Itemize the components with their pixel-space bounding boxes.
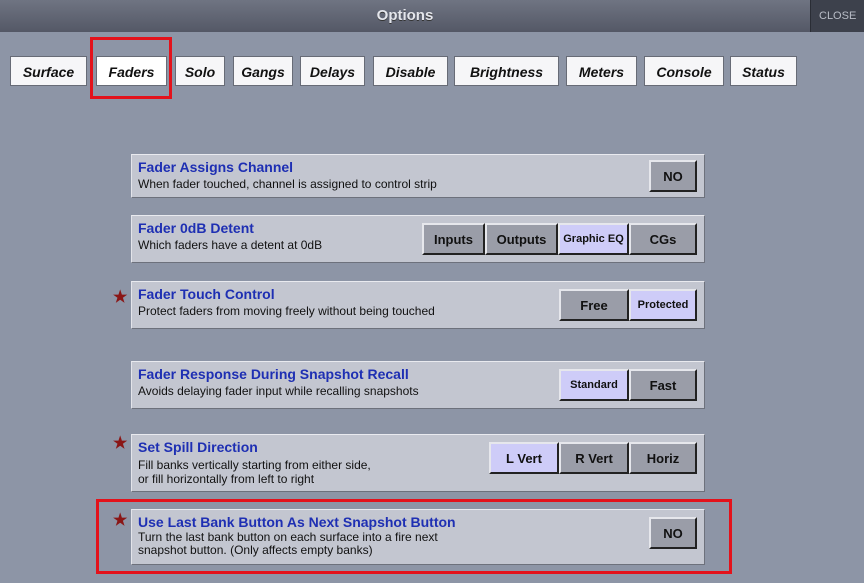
- option-fader-response-snapshot-recall: Fader Response During Snapshot Recall Av…: [131, 361, 705, 409]
- protected-button[interactable]: Protected: [629, 289, 697, 321]
- close-button[interactable]: CLOSE: [810, 0, 864, 32]
- tab-disable[interactable]: Disable: [373, 56, 448, 86]
- tab-gangs[interactable]: Gangs: [233, 56, 293, 86]
- option-description-line-2: snapshot button. (Only affects empty ban…: [138, 543, 373, 557]
- outputs-button[interactable]: Outputs: [485, 223, 558, 255]
- option-fader-0db-detent: Fader 0dB Detent Which faders have a det…: [131, 215, 705, 263]
- cgs-button[interactable]: CGs: [629, 223, 697, 255]
- option-set-spill-direction: Set Spill Direction Fill banks verticall…: [131, 434, 705, 492]
- star-icon: ★: [113, 435, 128, 452]
- no-button[interactable]: NO: [649, 160, 697, 192]
- option-title: Set Spill Direction: [138, 439, 258, 455]
- horiz-button[interactable]: Horiz: [629, 442, 697, 474]
- graphic-eq-button[interactable]: Graphic EQ: [558, 223, 629, 255]
- option-description-line-1: Fill banks vertically starting from eith…: [138, 458, 371, 472]
- option-description: Which faders have a detent at 0dB: [138, 238, 323, 252]
- title-bar: Options CLOSE: [0, 0, 864, 32]
- star-icon: ★: [113, 512, 128, 529]
- tab-meters[interactable]: Meters: [566, 56, 637, 86]
- fast-button[interactable]: Fast: [629, 369, 697, 401]
- option-fader-assigns-channel: Fader Assigns Channel When fader touched…: [131, 154, 705, 198]
- l-vert-button[interactable]: L Vert: [489, 442, 559, 474]
- standard-button[interactable]: Standard: [559, 369, 629, 401]
- option-description: Protect faders from moving freely withou…: [138, 304, 435, 318]
- tab-delays[interactable]: Delays: [300, 56, 365, 86]
- tab-solo[interactable]: Solo: [175, 56, 225, 86]
- tab-faders[interactable]: Faders: [96, 56, 167, 86]
- option-title: Fader Touch Control: [138, 286, 275, 302]
- tab-brightness[interactable]: Brightness: [454, 56, 559, 86]
- option-description: When fader touched, channel is assigned …: [138, 177, 437, 191]
- tab-status[interactable]: Status: [730, 56, 797, 86]
- window-title: Options: [376, 7, 434, 24]
- option-fader-touch-control: Fader Touch Control Protect faders from …: [131, 281, 705, 329]
- tab-console[interactable]: Console: [644, 56, 724, 86]
- free-button[interactable]: Free: [559, 289, 629, 321]
- no-button[interactable]: NO: [649, 517, 697, 549]
- option-last-bank-next-snapshot: Use Last Bank Button As Next Snapshot Bu…: [131, 509, 705, 565]
- tab-surface[interactable]: Surface: [10, 56, 87, 86]
- option-description-line-1: Turn the last bank button on each surfac…: [138, 530, 438, 544]
- option-description-line-2: or fill horizontally from left to right: [138, 472, 315, 486]
- option-title: Use Last Bank Button As Next Snapshot Bu…: [138, 514, 456, 530]
- inputs-button[interactable]: Inputs: [422, 223, 485, 255]
- option-description: Avoids delaying fader input while recall…: [138, 384, 419, 398]
- option-title: Fader Response During Snapshot Recall: [138, 366, 409, 382]
- r-vert-button[interactable]: R Vert: [559, 442, 629, 474]
- option-title: Fader Assigns Channel: [138, 159, 294, 175]
- star-icon: ★: [113, 289, 128, 306]
- option-title: Fader 0dB Detent: [138, 220, 254, 236]
